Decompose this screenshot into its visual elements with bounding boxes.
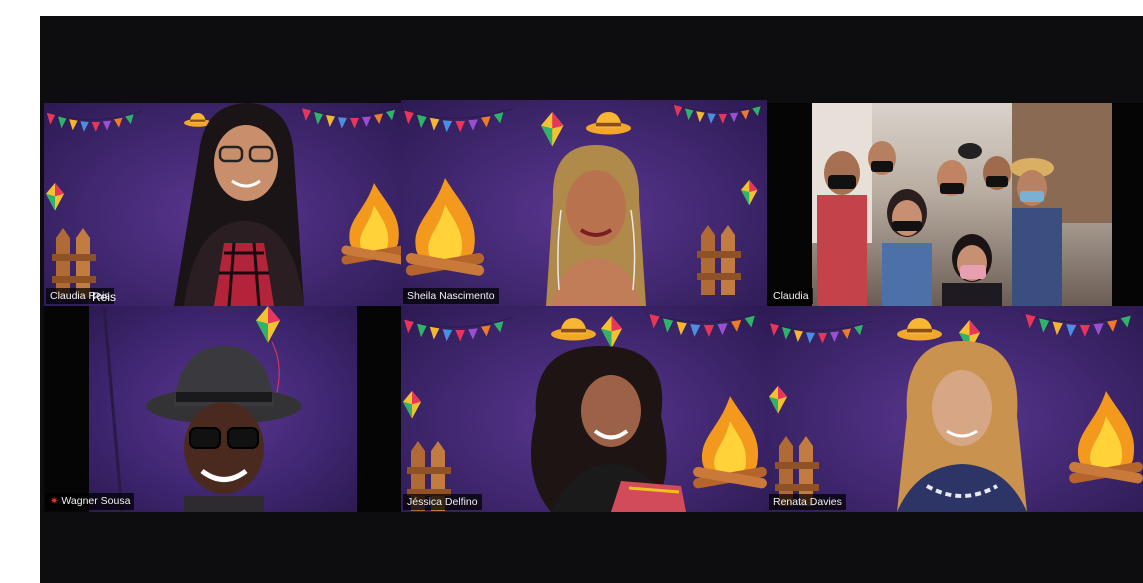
participant-tile-wagner-sousa[interactable]: ✷ Wagner Sousa xyxy=(44,306,401,512)
participant-name-label: Jéssica Delfino xyxy=(403,494,482,510)
participant-video xyxy=(531,140,661,306)
video-call-window: Claudia Reis Reis Sheila Nascimento Clau… xyxy=(40,16,1143,583)
participant-tile-jessica-delfino[interactable]: Jéssica Delfino xyxy=(401,306,767,512)
participant-name-label: Sheila Nascimento xyxy=(403,288,499,304)
participant-video xyxy=(887,336,1037,512)
participant-tile-renata-davies[interactable]: Renata Davies xyxy=(767,306,1143,512)
participant-tile-claudia-reis[interactable]: Claudia Reis Reis xyxy=(44,103,401,306)
participant-name-label: ✷ Wagner Sousa xyxy=(46,493,135,510)
participant-video xyxy=(164,103,314,306)
participant-tile-sheila-nascimento[interactable]: Sheila Nascimento xyxy=(401,100,767,306)
participant-video xyxy=(812,103,1112,306)
participant-name-label: Claudia xyxy=(769,288,813,304)
participant-tile-claudia[interactable]: Claudia xyxy=(767,103,1143,306)
participant-video xyxy=(144,336,304,512)
overlay-name-text: Reis xyxy=(92,290,117,304)
participant-video xyxy=(511,336,691,512)
participant-name-label: Renata Davies xyxy=(769,494,846,510)
mic-muted-icon: ✷ xyxy=(50,496,59,507)
